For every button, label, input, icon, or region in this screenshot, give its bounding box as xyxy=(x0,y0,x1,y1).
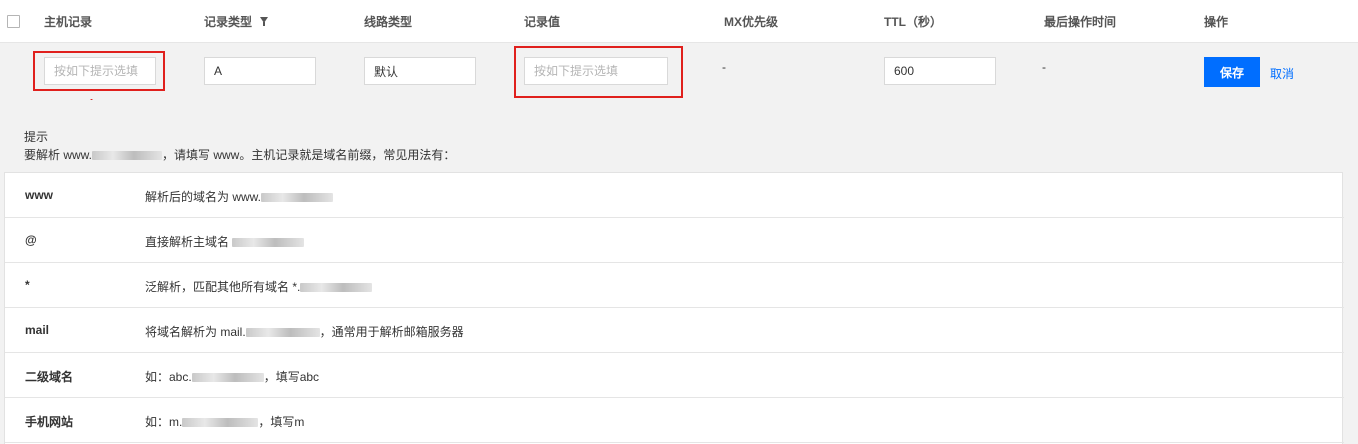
line-type-select[interactable] xyxy=(364,57,476,85)
redacted-domain xyxy=(232,238,305,248)
col-record-type: 记录类型 xyxy=(204,15,253,29)
hint-desc-suffix: ，请填写 www。主机记录就是域名前缀，常见用法有： xyxy=(162,148,456,162)
table-row: www 解析后的域名为 www. xyxy=(5,173,1344,218)
examples-table: www 解析后的域名为 www. @ 直接解析主域名 * 泛解析，匹配其他所有域… xyxy=(4,172,1344,444)
table-row: * 泛解析，匹配其他所有域名 *. xyxy=(5,263,1344,308)
save-button[interactable]: 保存 xyxy=(1204,57,1260,87)
select-all-checkbox[interactable] xyxy=(7,15,20,28)
example-desc: 将域名解析为 mail. ，通常用于解析邮箱服务器 xyxy=(145,325,464,339)
col-host-record: 主机记录 xyxy=(44,15,93,29)
table-row: @ 直接解析主域名 xyxy=(5,218,1344,263)
filter-icon[interactable] xyxy=(260,17,268,26)
example-key: * xyxy=(25,278,30,292)
hint-description: 要解析 www. ，请填写 www。主机记录就是域名前缀，常见用法有： xyxy=(24,146,455,163)
col-last-operation: 最后操作时间 xyxy=(1044,15,1117,29)
example-key: 手机网站 xyxy=(25,415,74,429)
example-desc: 解析后的域名为 www. xyxy=(145,188,334,205)
example-desc: 如：m. ，填写m xyxy=(145,415,305,429)
example-desc: 泛解析，匹配其他所有域名 *. xyxy=(145,278,373,295)
table-row: 二级域名 如：abc. ，填写abc xyxy=(5,353,1344,398)
record-value-input[interactable] xyxy=(524,57,668,85)
redacted-domain xyxy=(245,328,320,338)
table-row: mail 将域名解析为 mail. ，通常用于解析邮箱服务器 xyxy=(5,308,1344,353)
example-key: @ xyxy=(25,233,37,247)
last-operation-value: - xyxy=(1042,60,1046,74)
example-key: www xyxy=(25,188,54,202)
mx-priority-value: - xyxy=(722,60,726,74)
cancel-link[interactable]: 取消 xyxy=(1270,65,1294,82)
table-row: 手机网站 如：m. ，填写m xyxy=(5,398,1344,443)
redacted-domain xyxy=(92,151,163,161)
ttl-input[interactable] xyxy=(884,57,996,85)
col-mx-priority: MX优先级 xyxy=(724,15,779,29)
col-record-value: 记录值 xyxy=(524,15,561,29)
example-key: mail xyxy=(25,323,50,337)
col-ttl: TTL（秒） xyxy=(884,15,942,29)
col-line-type: 线路类型 xyxy=(364,15,413,29)
example-desc: 直接解析主域名 xyxy=(145,233,305,250)
redacted-domain xyxy=(261,193,334,203)
host-record-input[interactable] xyxy=(44,57,156,85)
redacted-domain xyxy=(191,373,264,383)
redacted-domain xyxy=(182,418,259,428)
example-desc: 如：abc. ，填写abc xyxy=(145,370,320,384)
hint-title: 提示 xyxy=(24,130,49,144)
example-key: 二级域名 xyxy=(25,370,74,384)
hint-desc-prefix: 要解析 www. xyxy=(24,148,93,162)
record-type-select[interactable] xyxy=(204,57,316,85)
col-actions: 操作 xyxy=(1204,15,1229,29)
redacted-domain xyxy=(300,283,373,293)
